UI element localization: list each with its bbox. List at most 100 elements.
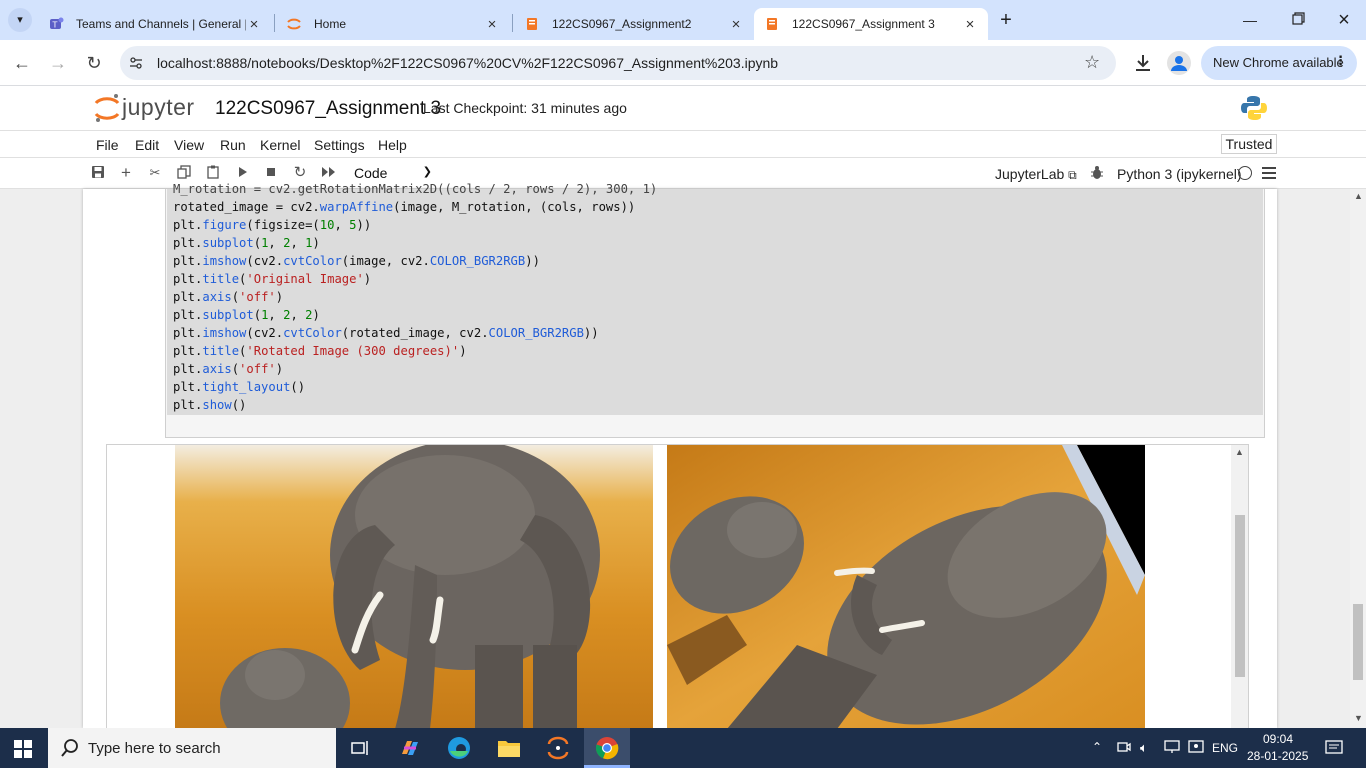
code-cell[interactable]: M_rotation = cv2.getRotationMatrix2D((co… [165, 182, 1265, 438]
windows-start-button[interactable] [14, 740, 32, 758]
menu-kernel[interactable]: Kernel [260, 137, 300, 153]
profile-avatar[interactable] [1167, 51, 1191, 75]
close-icon[interactable]: × [246, 16, 262, 33]
network-icon[interactable] [1164, 740, 1180, 754]
code-line: plt.subplot(1, 2, 2) [173, 308, 320, 322]
menu-file[interactable]: File [96, 137, 119, 153]
close-window-button[interactable]: × [1330, 9, 1358, 31]
menu-run[interactable]: Run [220, 137, 246, 153]
meet-now-icon[interactable] [1117, 740, 1131, 754]
back-button[interactable]: ← [12, 52, 32, 74]
fast-forward-icon[interactable] [321, 165, 337, 181]
file-explorer-icon[interactable] [497, 738, 521, 758]
menu-edit[interactable]: Edit [135, 137, 159, 153]
chrome-taskbar-icon[interactable] [584, 728, 630, 768]
restore-button[interactable] [1284, 12, 1312, 28]
code-editor[interactable]: M_rotation = cv2.getRotationMatrix2D((co… [167, 182, 1263, 415]
update-chrome-button[interactable]: New Chrome available ⋮ [1201, 46, 1357, 80]
code-line: plt.title('Rotated Image (300 degrees)') [173, 344, 467, 358]
tab-title: Home [314, 17, 347, 31]
checkpoint-status: Last Checkpoint: 31 minutes ago [423, 100, 627, 116]
cut-icon[interactable]: ✂ [147, 165, 163, 181]
elephant-original-image [175, 445, 653, 729]
chevron-up-icon[interactable]: ⌃ [1092, 740, 1102, 754]
volume-mute-icon[interactable]: 🔈︎ [1140, 740, 1148, 756]
restart-icon[interactable]: ↻ [292, 165, 308, 181]
jupyter-icon [286, 16, 302, 32]
reload-button[interactable]: ↻ [84, 52, 104, 74]
code-line: M_rotation = cv2.getRotationMatrix2D((co… [173, 182, 658, 196]
copy-icon[interactable] [176, 165, 192, 181]
tab-separator [274, 14, 275, 32]
search-placeholder: Type here to search [88, 740, 221, 757]
output-scrollbar[interactable]: ▲ [1231, 445, 1248, 733]
jupyter-menubar: File Edit View Run Kernel Settings Help … [0, 130, 1366, 158]
code-line: plt.tight_layout() [173, 380, 306, 394]
search-icon [60, 738, 80, 758]
browser-toolbar: ← → ↻ localhost:8888/notebooks/Desktop%2… [0, 40, 1366, 86]
minimize-button[interactable]: — [1236, 12, 1264, 28]
tab-search-button[interactable]: ▾ [8, 8, 32, 32]
code-line: plt.imshow(cv2.cvtColor(rotated_image, c… [173, 326, 599, 340]
page-scrollbar-thumb[interactable] [1353, 604, 1363, 680]
display-icon[interactable] [1188, 740, 1204, 754]
toc-menu-icon[interactable] [1262, 167, 1276, 179]
notebook-icon [764, 16, 780, 32]
notebook-panel: M_rotation = cv2.getRotationMatrix2D((co… [83, 182, 1277, 734]
close-icon[interactable]: × [962, 16, 978, 33]
stop-icon[interactable] [263, 165, 279, 181]
url-text[interactable]: localhost:8888/notebooks/Desktop%2F122CS… [157, 55, 778, 71]
trusted-indicator[interactable]: Trusted [1221, 134, 1277, 154]
tab-separator [512, 14, 513, 32]
new-tab-button[interactable]: + [996, 8, 1016, 32]
kernel-name[interactable]: Python 3 (ipykernel) [1117, 166, 1242, 182]
address-bar[interactable]: localhost:8888/notebooks/Desktop%2F122CS… [120, 46, 1116, 80]
clock-time[interactable]: 09:04 [1263, 732, 1293, 746]
jupyter-logo[interactable]: jupyter [92, 92, 204, 124]
copilot-icon[interactable] [398, 736, 422, 760]
browser-tab-strip: ▾ T Teams and Channels | General | × Hom… [0, 0, 1366, 40]
taskbar-search-box[interactable]: Type here to search [48, 728, 336, 768]
browser-tab-active[interactable]: 122CS0967_Assignment 3 × [754, 8, 988, 40]
menu-settings[interactable]: Settings [314, 137, 365, 153]
scroll-up-icon[interactable]: ▲ [1354, 191, 1363, 201]
menu-view[interactable]: View [174, 137, 204, 153]
close-icon[interactable]: × [728, 16, 744, 33]
tab-title: Teams and Channels | General | [76, 17, 246, 31]
menu-help[interactable]: Help [378, 137, 407, 153]
browser-tab[interactable]: 122CS0967_Assignment2 × [516, 8, 752, 40]
forward-button[interactable]: → [48, 52, 68, 74]
save-icon[interactable] [90, 165, 106, 181]
output-scrollbar-thumb[interactable] [1235, 515, 1245, 677]
scroll-down-icon[interactable]: ▼ [1354, 713, 1363, 723]
tab-title: 122CS0967_Assignment2 [552, 17, 692, 31]
paste-icon[interactable] [205, 165, 221, 181]
output-area: ▲ [106, 444, 1249, 734]
notifications-icon[interactable] [1325, 740, 1343, 756]
elephant-rotated-image [667, 445, 1145, 729]
language-indicator[interactable]: ENG [1212, 741, 1238, 755]
browser-tab[interactable]: T Teams and Channels | General | × [40, 8, 270, 40]
scroll-up-icon[interactable]: ▲ [1235, 447, 1244, 457]
run-icon[interactable] [234, 165, 250, 181]
debugger-icon[interactable] [1090, 165, 1104, 181]
browser-tab[interactable]: Home × [278, 8, 508, 40]
page-scrollbar[interactable]: ▲ ▼ [1350, 189, 1366, 728]
code-line: plt.title('Original Image') [173, 272, 372, 286]
jupyter-logo-text: jupyter [122, 94, 195, 120]
cell-type-value: Code [354, 165, 388, 181]
jupyterlab-link[interactable]: JupyterLab ⧉ [995, 166, 1077, 183]
task-view-icon[interactable] [350, 738, 370, 758]
code-line: plt.subplot(1, 2, 1) [173, 236, 320, 250]
bookmark-star-icon[interactable]: ☆ [1084, 52, 1100, 73]
external-link-icon: ⧉ [1068, 168, 1077, 182]
add-cell-icon[interactable]: + [118, 164, 134, 181]
edge-icon[interactable] [447, 736, 471, 760]
download-icon[interactable] [1132, 52, 1154, 74]
notebook-title[interactable]: 122CS0967_Assignment 3 [215, 98, 441, 120]
site-info-icon[interactable] [128, 55, 144, 71]
teams-icon: T [48, 16, 64, 32]
clock-date[interactable]: 28-01-2025 [1247, 749, 1308, 763]
close-icon[interactable]: × [484, 16, 500, 33]
jupyter-taskbar-icon[interactable] [546, 736, 570, 760]
